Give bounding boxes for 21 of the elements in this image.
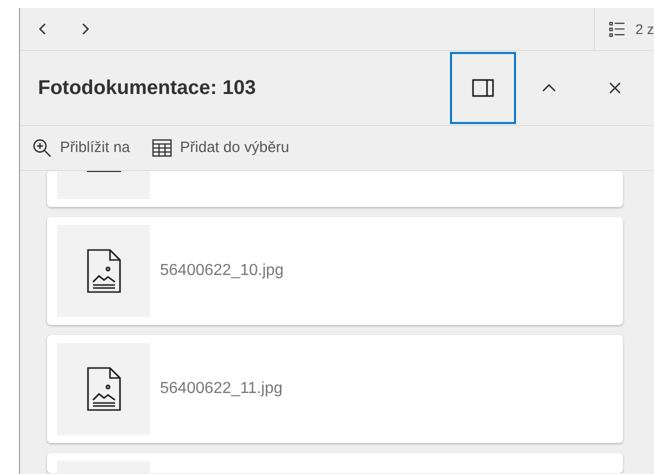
file-card[interactable]: 56400622_10.jpg bbox=[47, 217, 623, 325]
close-icon bbox=[609, 82, 621, 94]
file-card[interactable]: 56400622_11.jpg bbox=[47, 335, 623, 443]
chevron-left-icon bbox=[38, 23, 46, 35]
page-counter: 2 z bbox=[635, 20, 654, 38]
list-icon bbox=[609, 19, 626, 39]
file-name: 56400622_11.jpg bbox=[160, 379, 282, 399]
zoom-in-icon bbox=[32, 138, 52, 158]
file-name: 56400622_10.jpg bbox=[160, 261, 284, 281]
image-file-icon bbox=[86, 249, 120, 293]
chevron-right-icon bbox=[82, 23, 90, 35]
file-card[interactable] bbox=[47, 453, 623, 473]
panel-title: Fotodokumentace: 103 bbox=[38, 76, 257, 101]
toolbar-button[interactable]: Přidat do výběru bbox=[152, 136, 290, 160]
toolbar-button[interactable]: Přiblížit na bbox=[32, 136, 130, 160]
side-panel-icon bbox=[472, 79, 494, 97]
file-card[interactable] bbox=[47, 171, 623, 207]
chevron-up-icon bbox=[542, 84, 556, 92]
dock-button[interactable] bbox=[450, 52, 516, 124]
table-icon bbox=[152, 139, 172, 157]
image-file-icon bbox=[86, 367, 120, 411]
